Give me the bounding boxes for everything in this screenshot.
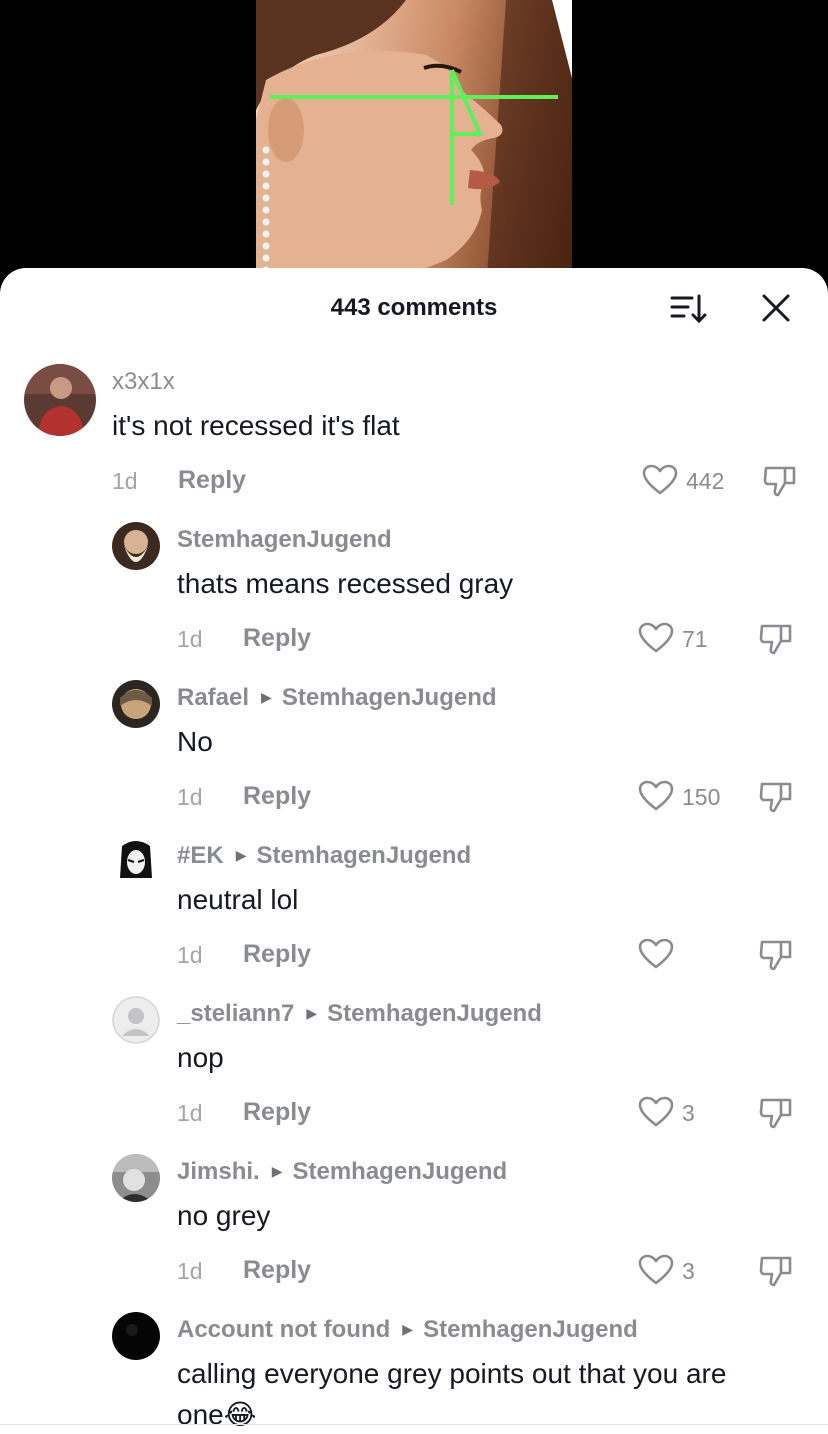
dislike-button[interactable] (762, 462, 798, 503)
reply-target[interactable]: StemhagenJugend (256, 842, 471, 869)
like-button[interactable] (638, 1096, 674, 1133)
heart-icon (638, 1254, 674, 1285)
heart-icon (638, 1096, 674, 1127)
reply-item: StemhagenJugend thats means recessed gra… (0, 518, 828, 676)
reply-author[interactable]: Account not found (177, 1316, 390, 1343)
reply-username[interactable]: Account not found ▶ StemhagenJugend (177, 1316, 638, 1344)
like-button[interactable] (638, 1254, 674, 1291)
like-count: 3 (682, 1100, 695, 1126)
like-button[interactable] (638, 622, 674, 659)
avatar[interactable] (24, 364, 96, 436)
dislike-button[interactable] (758, 778, 794, 819)
reply-author[interactable]: Jimshi. (177, 1158, 260, 1185)
reply-author[interactable]: Rafael (177, 684, 249, 711)
reply-item: Rafael ▶ StemhagenJugend No 1d Reply 150 (0, 676, 828, 834)
reply-time: 1d (177, 626, 203, 652)
reply-time: 1d (177, 784, 203, 810)
reply-button[interactable]: Reply (243, 940, 311, 969)
reply-username[interactable]: _steliann7 ▶ StemhagenJugend (177, 1000, 542, 1028)
reply-item: Account not found ▶ StemhagenJugend callin… (0, 1308, 828, 1434)
reply-arrow-icon: ▶ (271, 1163, 283, 1179)
thumbs-down-icon (759, 1256, 792, 1287)
heart-icon (638, 780, 674, 811)
reply-item: Jimshi. ▶ StemhagenJugend no grey 1d Reply… (0, 1150, 828, 1308)
divider (0, 1424, 828, 1425)
comment-username[interactable]: x3x1x (112, 368, 175, 396)
video-frame-image (256, 0, 572, 290)
reply-username[interactable]: Rafael ▶ StemhagenJugend (177, 684, 497, 712)
reply-time: 1d (177, 1258, 203, 1284)
reply-text: thats means recessed gray (177, 568, 514, 599)
reply-button[interactable]: Reply (243, 782, 311, 811)
reply-arrow-icon: ▶ (235, 847, 247, 863)
like-button[interactable] (638, 780, 674, 817)
reply-arrow-icon: ▶ (402, 1321, 414, 1337)
reply-text: neutral lol (177, 884, 299, 915)
like-count: 71 (682, 626, 708, 652)
dislike-button[interactable] (758, 1252, 794, 1293)
video-area[interactable] (0, 0, 828, 290)
avatar[interactable] (112, 522, 160, 570)
thumbs-down-icon (763, 466, 796, 497)
dislike-button[interactable] (758, 936, 794, 977)
reply-arrow-icon: ▶ (261, 689, 272, 705)
reply-target[interactable]: StemhagenJugend (327, 1000, 542, 1027)
reply-username[interactable]: #EK ▶ StemhagenJugend (177, 842, 471, 870)
reply-text-continued: one😂 (177, 1399, 257, 1430)
like-count: 150 (682, 784, 721, 810)
reply-username[interactable]: StemhagenJugend (177, 526, 392, 554)
face-profile-illustration (256, 0, 572, 290)
dislike-button[interactable] (758, 1094, 794, 1135)
reply-text: No (177, 726, 213, 757)
reply-username[interactable]: Jimshi. ▶ StemhagenJugend (177, 1158, 507, 1186)
reply-target[interactable]: StemhagenJugend (292, 1158, 507, 1185)
dislike-button[interactable] (758, 620, 794, 661)
comment-text: it's not recessed it's flat (112, 410, 400, 441)
heart-icon (638, 938, 674, 969)
heart-icon (642, 464, 678, 495)
like-count: 3 (682, 1258, 695, 1284)
reply-target[interactable]: StemhagenJugend (423, 1316, 638, 1343)
reply-text: nop (177, 1042, 224, 1073)
avatar[interactable] (112, 996, 160, 1044)
reply-author[interactable]: #EK (177, 842, 224, 869)
like-count: 442 (686, 468, 725, 494)
reply-author[interactable]: _steliann7 (177, 1000, 294, 1027)
reply-button[interactable]: Reply (243, 1098, 311, 1127)
like-button[interactable] (638, 938, 674, 975)
reply-item: #EK ▶ StemhagenJugend neutral lol 1d Reply (0, 834, 828, 992)
avatar[interactable] (112, 838, 160, 886)
avatar[interactable] (112, 1154, 160, 1202)
avatar[interactable] (112, 1312, 160, 1360)
reply-text: calling everyone grey points out that yo… (177, 1358, 727, 1389)
comment-item: x3x1x it's not recessed it's flat 1d Rep… (0, 268, 828, 518)
reply-button[interactable]: Reply (243, 624, 311, 653)
reply-target[interactable]: StemhagenJugend (282, 684, 497, 711)
reply-item: _steliann7 ▶ StemhagenJugend nop 1d Reply … (0, 992, 828, 1150)
heart-icon (638, 622, 674, 653)
like-button[interactable] (642, 464, 678, 501)
reply-button[interactable]: Reply (178, 466, 246, 495)
reply-time: 1d (177, 942, 203, 968)
comment-time: 1d (112, 468, 138, 494)
thumbs-down-icon (759, 940, 792, 971)
comments-sheet: 443 comments x3x1x it's not recessed it'… (0, 268, 828, 1434)
reply-time: 1d (177, 1100, 203, 1126)
thumbs-down-icon (759, 624, 792, 655)
reply-arrow-icon: ▶ (306, 1005, 318, 1021)
avatar[interactable] (112, 680, 160, 728)
reply-button[interactable]: Reply (243, 1256, 311, 1285)
thumbs-down-icon (759, 782, 792, 813)
thumbs-down-icon (759, 1098, 792, 1129)
reply-text: no grey (177, 1200, 271, 1231)
